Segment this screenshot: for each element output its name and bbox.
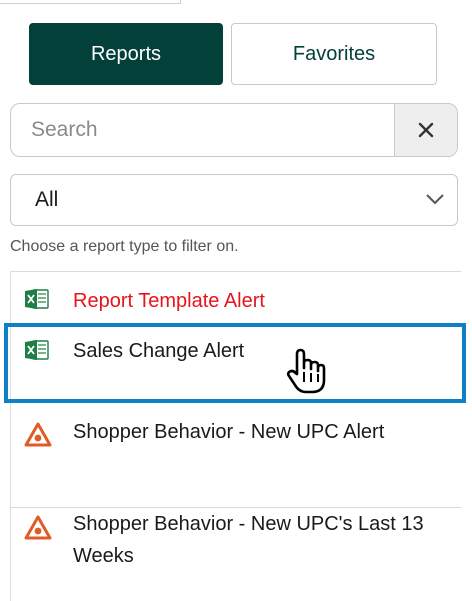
filter-hint: Choose a report type to filter on. (10, 238, 239, 255)
reports-tab-button[interactable]: Reports (29, 23, 223, 85)
excel-icon (25, 340, 49, 360)
clear-search-button[interactable] (394, 104, 457, 156)
warning-icon (24, 515, 52, 540)
hand-pointer-cursor-icon (286, 348, 326, 394)
report-list: Report Template Alert Sales Change Alert… (10, 271, 461, 601)
report-item-label: Report Template Alert (73, 290, 265, 312)
excel-icon (25, 289, 49, 309)
search-input[interactable] (11, 104, 394, 156)
report-item[interactable]: Shopper Behavior - New UPC's Last 13 Wee… (10, 508, 461, 601)
report-type-selected-value: All (35, 188, 59, 211)
favorites-tab-button[interactable]: Favorites (231, 23, 437, 85)
close-icon (418, 122, 434, 138)
report-item-label: Sales Change Alert (73, 340, 245, 362)
report-item[interactable]: Sales Change Alert (10, 326, 461, 376)
report-item-label: Shopper Behavior - New UPC's Last 13 Wee… (73, 513, 424, 567)
report-item[interactable]: Report Template Alert (10, 271, 461, 326)
report-item[interactable]: Shopper Behavior - New UPC Alert (10, 416, 461, 508)
top-tab-edge (0, 0, 472, 6)
warning-icon (24, 422, 52, 447)
chevron-down-icon (426, 194, 444, 205)
search-box (10, 103, 458, 157)
report-item-label: Shopper Behavior - New UPC Alert (73, 421, 385, 443)
report-type-select[interactable]: All (10, 174, 458, 226)
